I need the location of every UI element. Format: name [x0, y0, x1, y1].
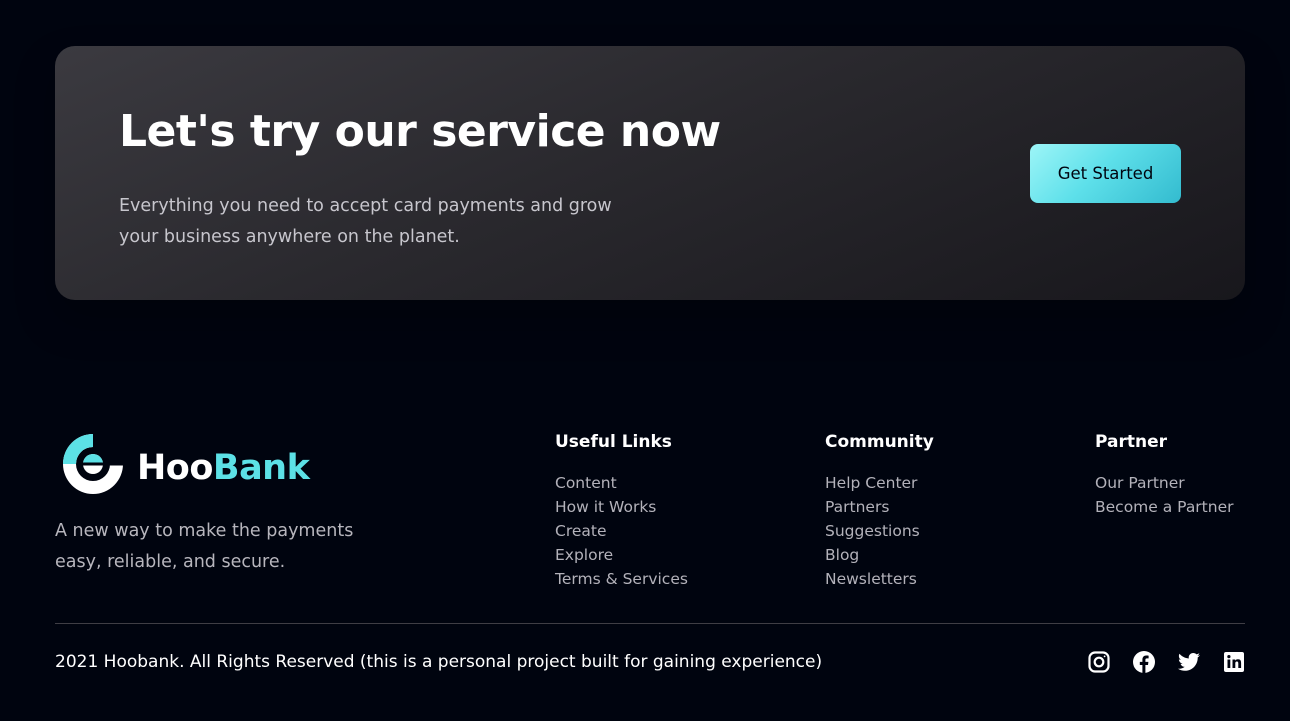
link-list: Content How it Works Create Explore Term…: [555, 471, 688, 591]
column-title: Partner: [1095, 432, 1168, 452]
footer-link-create[interactable]: Create: [555, 519, 688, 543]
column-title: Community: [825, 432, 934, 452]
hoobank-logo-icon: [63, 434, 123, 494]
footer-link-explore[interactable]: Explore: [555, 543, 688, 567]
facebook-icon[interactable]: [1132, 650, 1156, 674]
footer-link-become-partner[interactable]: Become a Partner: [1095, 495, 1234, 519]
footer-link-blog[interactable]: Blog: [825, 543, 934, 567]
brand-name-part2: Bank: [212, 448, 310, 488]
footer-link-help-center[interactable]: Help Center: [825, 471, 934, 495]
footer-link-partners[interactable]: Partners: [825, 495, 934, 519]
footer-column-useful-links: Useful Links Content How it Works Create…: [555, 430, 688, 591]
footer-link-newsletters[interactable]: Newsletters: [825, 567, 934, 591]
footer-divider: [55, 623, 1245, 624]
linkedin-icon[interactable]: [1222, 650, 1246, 674]
footer-link-content[interactable]: Content: [555, 471, 688, 495]
footer-column-partner: Partner Our Partner Become a Partner: [1095, 430, 1234, 519]
brand-tagline: A new way to make the payments easy, rel…: [55, 521, 354, 572]
footer-column-community: Community Help Center Partners Suggestio…: [825, 430, 934, 591]
get-started-button[interactable]: Get Started: [1030, 144, 1181, 203]
footer-link-suggestions[interactable]: Suggestions: [825, 519, 934, 543]
page: Let's try our service now Everything you…: [0, 0, 1290, 721]
column-title: Useful Links: [555, 432, 672, 452]
footer-link-terms[interactable]: Terms & Services: [555, 567, 688, 591]
cta-title: Let's try our service now: [119, 106, 721, 157]
cta-section: Let's try our service now Everything you…: [55, 46, 1245, 300]
instagram-icon[interactable]: [1087, 650, 1111, 674]
link-list: Our Partner Become a Partner: [1095, 471, 1234, 519]
brand-name: HooBank: [137, 446, 310, 490]
brand-name-part1: Hoo: [137, 448, 213, 488]
footer-link-how-it-works[interactable]: How it Works: [555, 495, 688, 519]
link-list: Help Center Partners Suggestions Blog Ne…: [825, 471, 934, 591]
copyright-text: 2021 Hoobank. All Rights Reserved (this …: [55, 652, 823, 672]
cta-description: Everything you need to accept card payme…: [119, 196, 612, 247]
twitter-icon[interactable]: [1177, 650, 1201, 674]
footer-brand[interactable]: HooBank: [55, 426, 335, 502]
footer-link-our-partner[interactable]: Our Partner: [1095, 471, 1234, 495]
